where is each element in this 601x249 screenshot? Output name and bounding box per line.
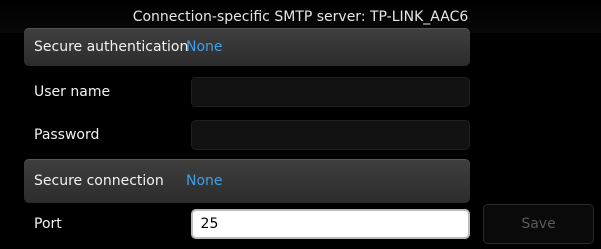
- save-button[interactable]: Save: [483, 204, 594, 244]
- password-label: Password: [34, 127, 100, 143]
- secure-connection-label: Secure connection: [34, 173, 164, 189]
- port-label: Port: [34, 216, 62, 232]
- page-title-text: Connection-specific SMTP server: TP-LINK…: [132, 8, 469, 25]
- username-field[interactable]: [190, 77, 470, 107]
- secure-authentication-value: None: [186, 39, 223, 55]
- smtp-settings-screen: Connection-specific SMTP server: TP-LINK…: [0, 0, 601, 249]
- secure-connection-selector[interactable]: Secure connection None: [24, 159, 470, 203]
- secure-authentication-label: Secure authentication: [34, 39, 189, 55]
- password-field[interactable]: [190, 120, 470, 150]
- port-row: Port: [24, 205, 470, 243]
- secure-connection-value: None: [186, 173, 223, 189]
- password-row: Password: [24, 116, 470, 154]
- port-field[interactable]: [190, 209, 470, 239]
- secure-authentication-selector[interactable]: Secure authentication None: [24, 28, 470, 66]
- username-label: User name: [34, 84, 111, 100]
- username-row: User name: [24, 73, 470, 111]
